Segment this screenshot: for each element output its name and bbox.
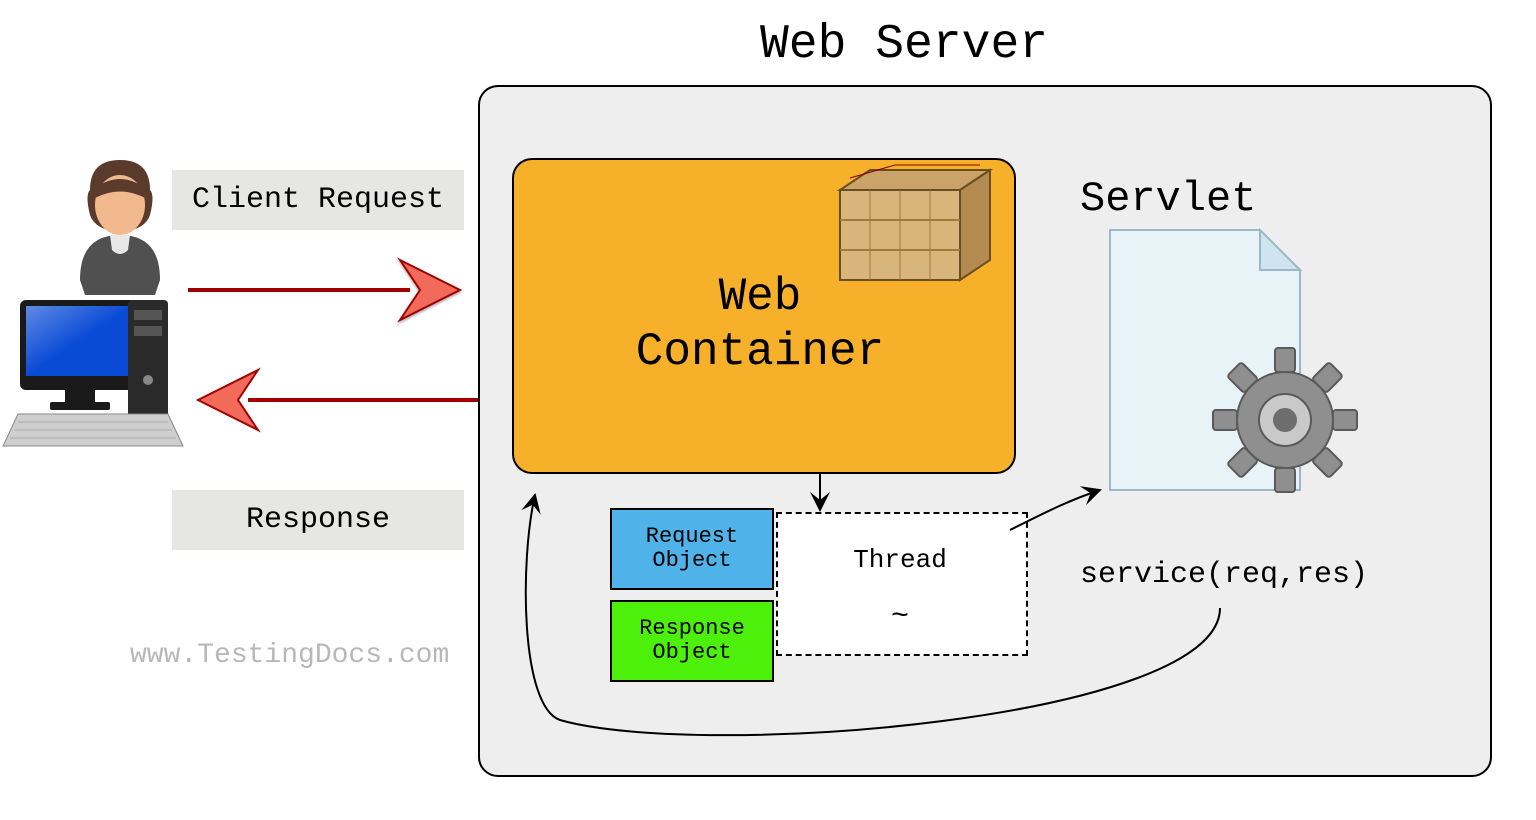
watermark-text: www.TestingDocs.com xyxy=(130,640,449,671)
diagram-stage: Web Server Web Container Thread ~ Reques… xyxy=(0,0,1536,820)
flow-arrows xyxy=(0,0,1536,820)
